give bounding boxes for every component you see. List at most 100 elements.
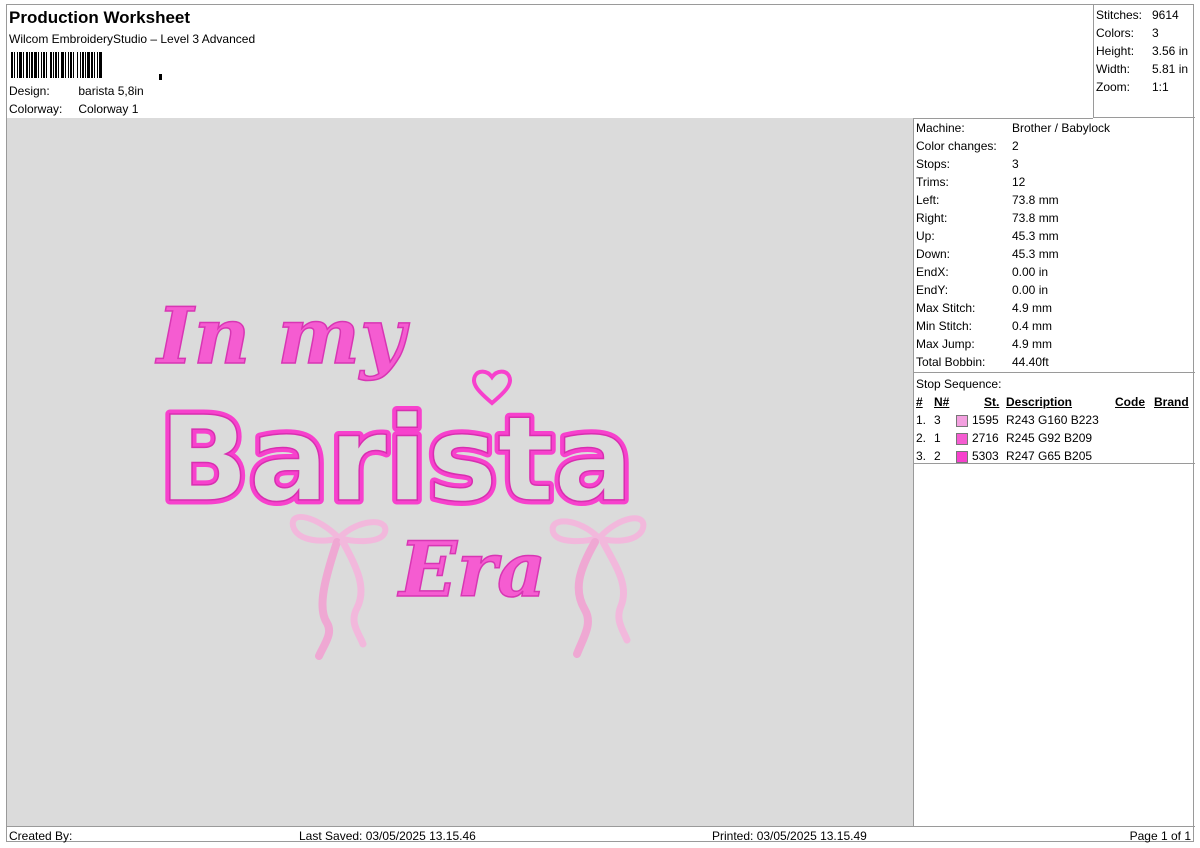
info-row: Down: 45.3 mm <box>916 247 1059 261</box>
info-row: Left: 73.8 mm <box>916 193 1059 207</box>
info-row: Max Stitch: 4.9 mm <box>916 301 1052 315</box>
col-header-num: # <box>916 395 923 409</box>
info-value: 73.8 mm <box>1012 193 1059 207</box>
stop-row-description: R247 G65 B205 <box>1006 449 1093 463</box>
info-row: EndX: 0.00 in <box>916 265 1048 279</box>
details-panel: Machine: Brother / Babylock Color changes:… <box>914 118 1195 826</box>
stop-row-needle: 2 <box>934 449 941 463</box>
embroidery-preview: In my Barista Barista Era <box>154 290 647 660</box>
stat-label: Height: <box>1096 44 1135 58</box>
info-row: Trims: 12 <box>916 175 1025 189</box>
bow-icon <box>549 515 647 658</box>
stop-row-num: 3. <box>916 449 927 463</box>
stop-row-stitches: 1595 <box>972 413 999 427</box>
divider <box>914 463 1195 464</box>
info-value: 3 <box>1012 157 1019 171</box>
info-label: Trims: <box>916 175 949 189</box>
design-canvas: In my Barista Barista Era <box>7 118 914 826</box>
info-label: EndX: <box>916 265 949 279</box>
design-value: barista 5,8in <box>78 84 144 98</box>
stat-height: Height: 3.56 in <box>1096 44 1188 58</box>
info-row: Right: 73.8 mm <box>916 211 1059 225</box>
info-value: 4.9 mm <box>1012 301 1053 315</box>
stop-row-needle: 3 <box>934 413 941 427</box>
info-value: Brother / Babylock <box>1012 121 1111 135</box>
stop-sequence-title: Stop Sequence: <box>916 377 1002 391</box>
colorway-row: Colorway: Colorway 1 <box>9 102 138 116</box>
color-swatch <box>956 433 968 445</box>
info-value: 44.40ft <box>1012 355 1049 369</box>
stat-value: 5.81 in <box>1152 62 1189 76</box>
info-label: Machine: <box>916 121 965 135</box>
info-label: Stops: <box>916 157 951 171</box>
colorway-label: Colorway: <box>9 102 63 116</box>
design-text-era: Era <box>397 525 546 614</box>
info-label: Left: <box>916 193 940 207</box>
info-row: EndY: 0.00 in <box>916 283 1048 297</box>
info-label: Min Stitch: <box>916 319 973 333</box>
info-label: EndY: <box>916 283 949 297</box>
barcode <box>11 52 162 80</box>
stop-row-stitches: 5303 <box>972 449 999 463</box>
stat-value: 3 <box>1152 26 1159 40</box>
stop-row-description: R243 G160 B223 <box>1006 413 1099 427</box>
col-header-code: Code <box>1115 395 1145 409</box>
stat-label: Colors: <box>1096 26 1135 40</box>
stats-box: Stitches: 9614 Colors: 3 Height: 3.56 in Wi… <box>1093 5 1195 118</box>
stat-value: 3.56 in <box>1152 44 1189 58</box>
stat-value: 1:1 <box>1152 80 1169 94</box>
info-value: 0.00 in <box>1012 283 1049 297</box>
info-value: 73.8 mm <box>1012 211 1059 225</box>
info-label: Right: <box>916 211 948 225</box>
info-label: Up: <box>916 229 935 243</box>
page-number: Page 1 of 1 <box>1129 829 1191 843</box>
info-value: 2 <box>1012 139 1019 153</box>
design-row: Design: barista 5,8in <box>9 84 144 98</box>
info-value: 0.00 in <box>1012 265 1049 279</box>
color-swatch <box>956 415 968 427</box>
info-label: Max Stitch: <box>916 301 976 315</box>
info-row: Stops: 3 <box>916 157 1019 171</box>
created-by: Created By: <box>9 829 73 843</box>
design-text-in-my: In my <box>155 291 410 382</box>
info-row: Min Stitch: 0.4 mm <box>916 319 1052 333</box>
design-label: Design: <box>9 84 50 98</box>
info-label: Max Jump: <box>916 337 975 351</box>
info-label: Total Bobbin: <box>916 355 986 369</box>
info-value: 0.4 mm <box>1012 319 1053 333</box>
stat-label: Width: <box>1096 62 1131 76</box>
stop-row-stitches: 2716 <box>972 431 999 445</box>
stat-width: Width: 5.81 in <box>1096 62 1188 76</box>
worksheet-header: Production Worksheet Wilcom EmbroiderySt… <box>7 5 1093 119</box>
stat-stitches: Stitches: 9614 <box>1096 8 1179 22</box>
bow-icon <box>289 514 389 660</box>
info-label: Color changes: <box>916 139 997 153</box>
col-header-brand: Brand <box>1154 395 1189 409</box>
production-worksheet: Production Worksheet Wilcom EmbroiderySt… <box>6 4 1195 844</box>
color-swatch <box>956 451 968 463</box>
printed-date: Printed: 03/05/2025 13.15.49 <box>712 829 867 843</box>
worksheet-footer: Created By: Last Saved: 03/05/2025 13.15… <box>7 826 1195 844</box>
info-value: 12 <box>1012 175 1026 189</box>
info-value: 45.3 mm <box>1012 229 1059 243</box>
colorway-value: Colorway 1 <box>78 102 139 116</box>
info-row: Total Bobbin: 44.40ft <box>916 355 1049 369</box>
info-label: Down: <box>916 247 951 261</box>
info-value: 4.9 mm <box>1012 337 1053 351</box>
info-value: 45.3 mm <box>1012 247 1059 261</box>
stat-label: Zoom: <box>1096 80 1131 94</box>
last-saved: Last Saved: 03/05/2025 13.15.46 <box>299 829 476 843</box>
col-header-description: Description <box>1006 395 1073 409</box>
stop-row-num: 2. <box>916 431 927 445</box>
software-name: Wilcom EmbroideryStudio – Level 3 Advanc… <box>9 32 256 46</box>
info-row: Max Jump: 4.9 mm <box>916 337 1052 351</box>
col-header-stitches: St. <box>984 395 1000 409</box>
stop-row-num: 1. <box>916 413 927 427</box>
page-title: Production Worksheet <box>9 8 191 27</box>
stop-row-description: R245 G92 B209 <box>1006 431 1093 445</box>
stat-colors: Colors: 3 <box>1096 26 1159 40</box>
col-header-needle: N# <box>934 395 950 409</box>
stop-row-needle: 1 <box>934 431 941 445</box>
info-row: Color changes: 2 <box>916 139 1019 153</box>
info-row: Machine: Brother / Babylock <box>916 121 1110 135</box>
